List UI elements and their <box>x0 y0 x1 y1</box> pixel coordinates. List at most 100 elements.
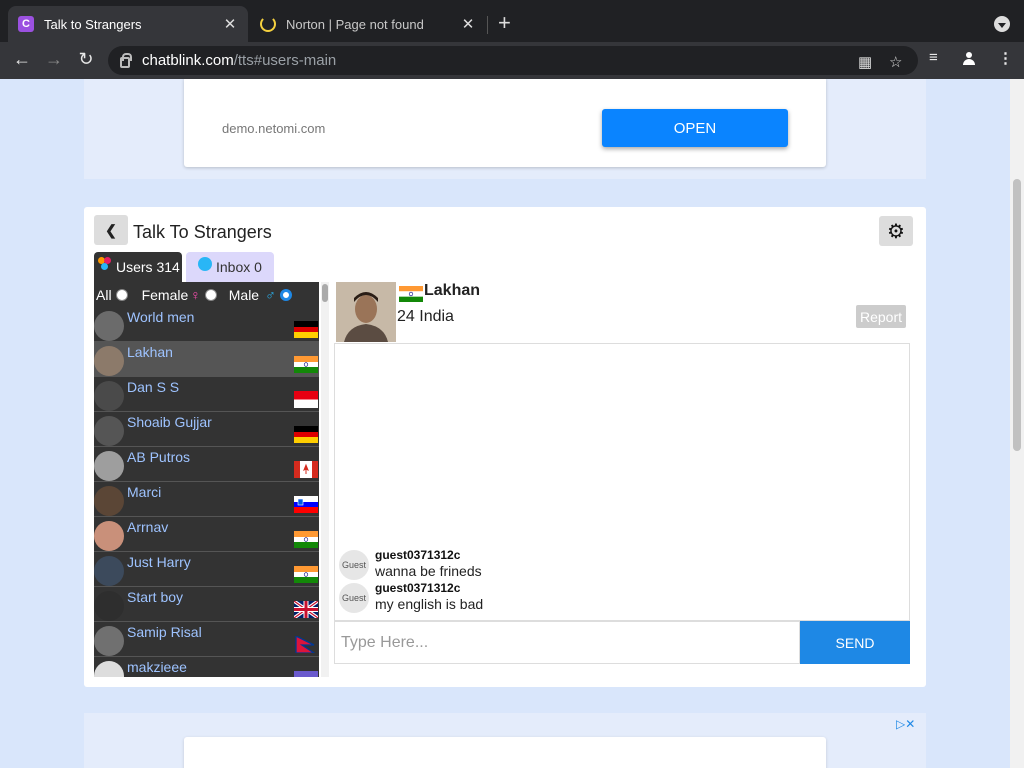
avatar <box>94 591 124 621</box>
nepal-flag-icon <box>295 636 316 653</box>
user-name: Arrnav <box>127 519 169 535</box>
ad-card: demo.netomi.com OPEN <box>184 79 826 167</box>
user-name: Shoaib Gujjar <box>127 414 212 430</box>
avatar <box>94 661 124 677</box>
profile-photo <box>336 282 396 342</box>
address-bar[interactable]: chatblink.com/tts#users-main ▦ ☆ <box>108 46 918 75</box>
back-arrow-icon[interactable]: ← <box>11 49 33 70</box>
message-username[interactable]: guest0371312c <box>375 581 460 595</box>
user-list: All Female ♀ Male ♂ World men Lakhan Dan S… <box>94 282 319 677</box>
tab-inbox[interactable]: Inbox 0 <box>186 252 274 282</box>
filter-male-radio[interactable] <box>279 288 292 301</box>
user-name: World men <box>127 309 195 325</box>
avatar <box>94 416 124 446</box>
gear-icon: ⚙ <box>887 220 905 243</box>
user-list-item[interactable]: Lakhan <box>94 342 319 377</box>
canada-flag-icon <box>294 461 318 478</box>
germany-flag-icon <box>294 321 318 338</box>
message-input[interactable] <box>334 621 800 664</box>
message-username[interactable]: guest0371312c <box>375 548 460 562</box>
browser-tab-norton[interactable]: Norton | Page not found ✕ <box>250 6 486 42</box>
reading-list-icon[interactable]: ≡ <box>929 49 938 66</box>
message-text: my english is bad <box>375 596 484 612</box>
avatar <box>94 346 124 376</box>
user-list-item[interactable]: AB Putros <box>94 447 319 482</box>
slovenia-flag-icon <box>294 496 318 513</box>
avatar <box>94 451 124 481</box>
filter-all-radio[interactable] <box>115 288 128 301</box>
user-list-item[interactable]: Start boy <box>94 587 319 622</box>
browser-tab-bar: C Talk to Strangers ✕ Norton | Page not … <box>0 0 1024 42</box>
user-list-item[interactable]: Shoaib Gujjar <box>94 412 319 447</box>
user-name: Lakhan <box>127 344 173 360</box>
new-tab-icon[interactable]: + <box>498 12 511 34</box>
bookmark-star-icon[interactable]: ☆ <box>889 53 902 71</box>
user-name: AB Putros <box>127 449 191 465</box>
user-name: Just Harry <box>127 554 191 570</box>
close-tab-icon[interactable]: ✕ <box>460 15 476 33</box>
url-host: chatblink.com <box>142 52 234 69</box>
user-name: Samip Risal <box>127 624 202 640</box>
lock-icon <box>120 53 132 68</box>
browser-tab-talk-to-strangers[interactable]: C Talk to Strangers ✕ <box>8 6 248 42</box>
adchoices-icon[interactable]: ▷✕ <box>896 717 915 731</box>
ad-open-button[interactable]: OPEN <box>602 109 788 147</box>
profile-icon[interactable] <box>961 51 977 67</box>
tab-search-icon[interactable] <box>994 16 1010 32</box>
back-button[interactable]: ❮ <box>94 215 128 245</box>
ad-domain[interactable]: demo.netomi.com <box>222 121 325 136</box>
female-symbol-icon: ♀ <box>190 286 201 303</box>
avatar <box>94 486 124 516</box>
chat-app-panel: ❮ Talk To Strangers ⚙ Users 314 Inbox 0 … <box>84 207 926 687</box>
message-avatar: Guest <box>339 550 369 580</box>
profile-age-country: 24 India <box>397 308 454 325</box>
close-tab-icon[interactable]: ✕ <box>222 15 238 33</box>
india-flag-icon <box>294 566 318 583</box>
india-flag-icon <box>399 286 423 302</box>
uk-flag-icon <box>294 601 318 618</box>
page-content: demo.netomi.com OPEN ❮ Talk To Strangers… <box>0 79 1010 768</box>
user-list-item[interactable]: Arrnav <box>94 517 319 552</box>
more-menu-icon[interactable]: ⋮ <box>998 49 1013 67</box>
user-list-item[interactable]: World men <box>94 307 319 342</box>
filter-female-label: Female <box>141 286 189 303</box>
tab-users[interactable]: Users 314 <box>94 252 182 282</box>
user-name: Dan S S <box>127 379 180 395</box>
user-list-item[interactable]: Just Harry <box>94 552 319 587</box>
user-list-item[interactable]: Dan S S <box>94 377 319 412</box>
india-flag-icon <box>294 356 318 373</box>
user-list-item[interactable]: makzieee <box>94 657 319 677</box>
url-path: /tts#users-main <box>233 52 337 69</box>
qr-code-icon[interactable]: ▦ <box>858 53 872 71</box>
tab-title: Norton | Page not found <box>286 16 424 32</box>
browser-toolbar: ← → ↻ chatblink.com/tts#users-main ▦ ☆ <box>0 42 1024 79</box>
report-button[interactable]: Report <box>856 305 906 328</box>
user-name: Start boy <box>127 589 184 605</box>
ad-card-bottom <box>184 737 826 768</box>
reload-icon[interactable]: ↻ <box>75 49 97 70</box>
users-icon <box>98 257 112 271</box>
page-scrollbar-thumb[interactable] <box>1013 179 1021 451</box>
indonesia-flag-icon <box>294 391 318 408</box>
avatar <box>94 521 124 551</box>
user-list-item[interactable]: Samip Risal <box>94 622 319 657</box>
germany-flag-icon <box>294 426 318 443</box>
tab-inbox-label: Inbox 0 <box>216 259 262 275</box>
filter-female-radio[interactable] <box>204 288 217 301</box>
message-avatar: Guest <box>339 583 369 613</box>
male-symbol-icon: ♂ <box>265 286 276 303</box>
tab-title: Talk to Strangers <box>44 16 142 32</box>
filter-male-label: Male <box>228 286 260 303</box>
avatar <box>94 626 124 656</box>
chevron-left-icon: ❮ <box>105 221 117 238</box>
forward-arrow-icon[interactable]: → <box>43 49 65 70</box>
user-list-scrollbar[interactable] <box>321 282 329 677</box>
user-list-item[interactable]: Marci <box>94 482 319 517</box>
send-button[interactable]: SEND <box>800 621 910 664</box>
other-flag-icon <box>294 671 318 677</box>
settings-button[interactable]: ⚙ <box>879 216 913 246</box>
filter-all-label: All <box>96 286 112 303</box>
chatblink-favicon-icon: C <box>18 16 34 32</box>
avatar <box>94 311 124 341</box>
profile-name: Lakhan <box>424 282 481 299</box>
